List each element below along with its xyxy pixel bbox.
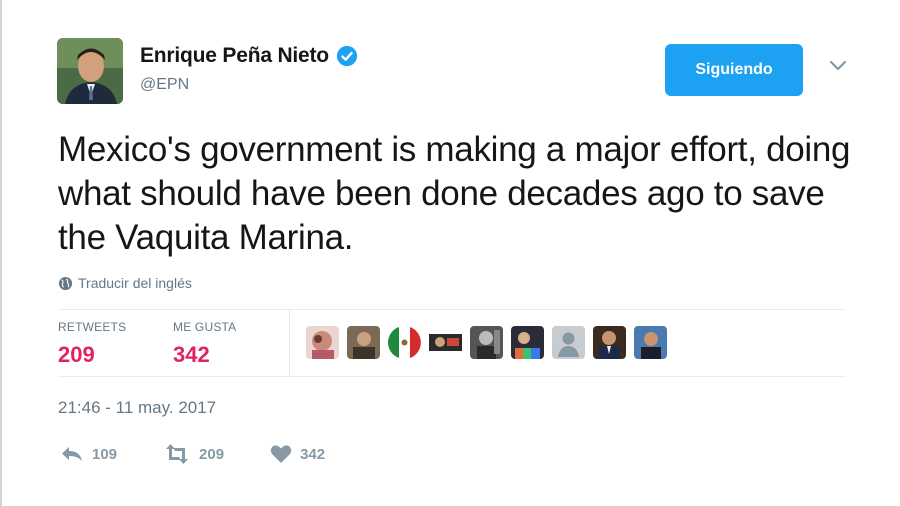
reply-button[interactable]: 109 [60,444,117,464]
avatar-photo [57,38,123,104]
like-button[interactable]: 342 [270,444,325,464]
retweets-count[interactable]: 209 [58,342,95,368]
translate-link[interactable]: Traducir del inglés [58,275,192,291]
globe-icon [58,276,73,290]
liker-avatar-6[interactable] [511,326,544,359]
following-button[interactable]: Siguiendo [665,44,803,96]
retweet-icon [166,444,189,464]
reply-count: 109 [92,445,118,463]
stats-vertical-divider [289,310,290,376]
frame-border [0,0,2,506]
user-name[interactable]: Enrique Peña Nieto [140,44,329,68]
translate-label: Traducir del inglés [78,275,192,291]
stats-top-divider [58,309,846,310]
liker-avatar-9[interactable] [634,326,667,359]
tweet-actions: 109 209 342 [60,444,325,464]
like-count: 342 [300,445,326,463]
liker-avatar-mexico-flag[interactable] [388,326,421,359]
tweet-timestamp[interactable]: 21:46 - 11 may. 2017 [58,398,216,418]
liker-avatar-2[interactable] [347,326,380,359]
liker-avatar-5[interactable] [470,326,503,359]
retweet-button[interactable]: 209 [163,444,224,464]
chevron-down-icon[interactable] [829,60,847,72]
liker-avatars [306,326,675,359]
heart-icon [270,445,292,463]
stats-bottom-divider [58,376,846,377]
liker-avatar-4[interactable] [429,326,462,359]
liker-avatar-8[interactable] [593,326,626,359]
reply-icon [62,447,82,461]
user-name-row: Enrique Peña Nieto [140,44,358,68]
profile-avatar[interactable] [57,38,123,104]
user-handle[interactable]: @EPN [140,76,189,94]
likes-count[interactable]: 342 [173,342,210,368]
liker-avatar-default[interactable] [552,326,585,359]
tweet-text: Mexico's government is making a major ef… [58,130,851,257]
liker-avatar-1[interactable] [306,326,339,359]
retweet-count: 209 [199,445,225,463]
verified-badge-icon [336,45,358,67]
likes-label: ME GUSTA [173,320,237,334]
retweets-label: RETWEETS [58,320,127,334]
